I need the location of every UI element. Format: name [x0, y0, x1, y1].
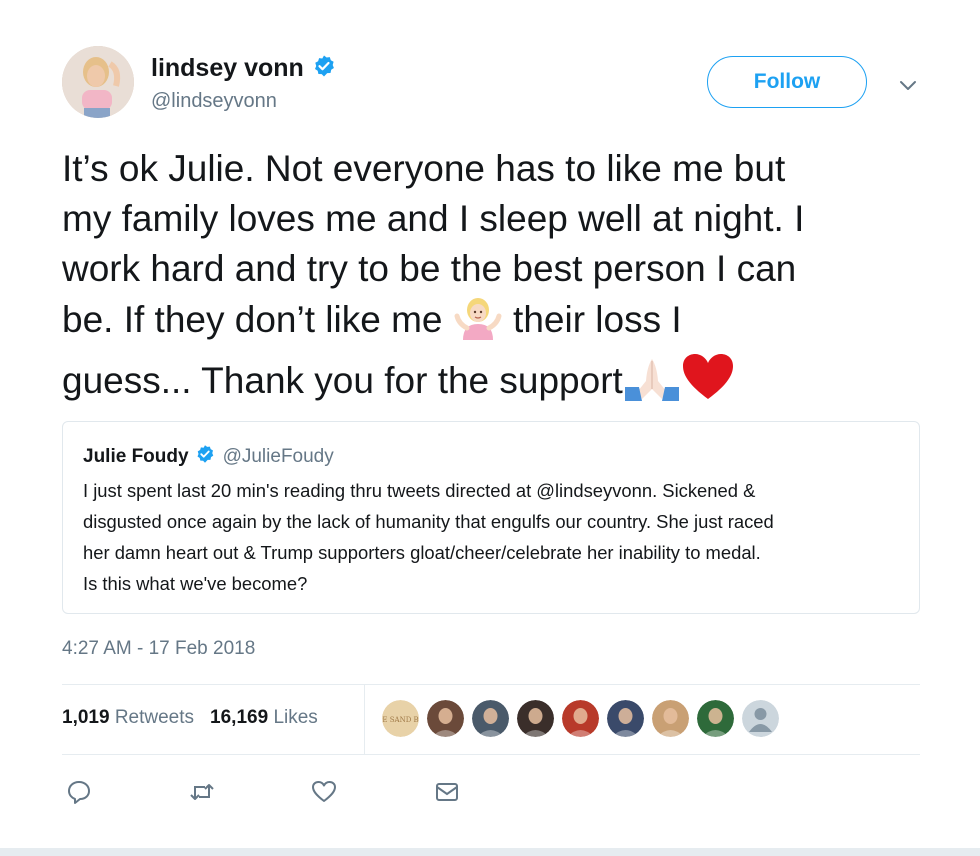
liker-avatar-8[interactable] [697, 700, 734, 737]
retweet-icon[interactable] [189, 779, 215, 805]
folded-hands-emoji [623, 355, 681, 414]
direct-message-icon[interactable] [434, 779, 460, 805]
tweet-line: be. If they don’t like me their loss I [62, 294, 942, 353]
quoted-tweet-line: disgusted once again by the lack of huma… [83, 511, 774, 532]
divider [62, 684, 920, 685]
follow-button[interactable]: Follow [707, 56, 867, 108]
liker-avatars: THE SAND BOX [382, 700, 779, 737]
liker-avatar-7[interactable] [652, 700, 689, 737]
tweet-line: It’s ok Julie. Not everyone has to like … [62, 148, 786, 189]
tweet-page: lindsey vonn @lindseyvonn Follow It’s ok… [0, 0, 980, 856]
likes-label: Likes [273, 707, 318, 728]
tweet-line: my family loves me and I sleep well at n… [62, 198, 805, 239]
verified-badge-icon [312, 54, 336, 83]
retweets-stat[interactable]: 1,019 Retweets [62, 707, 194, 729]
liker-avatar-default[interactable] [742, 700, 779, 737]
liker-avatar-the-sand-box[interactable]: THE SAND BOX [382, 700, 419, 737]
liker-avatar-3[interactable] [472, 700, 509, 737]
tweet-line: guess... Thank you for the support [62, 353, 942, 414]
liker-avatar-4[interactable] [517, 700, 554, 737]
stats-separator [364, 684, 365, 754]
likes-count: 16,169 [210, 707, 269, 728]
quoted-author-name: Julie Foudy [83, 445, 189, 467]
liker-avatar-5[interactable] [562, 700, 599, 737]
likes-stat[interactable]: 16,169 Likes [210, 707, 318, 729]
tweet-stats: 1,019 Retweets 16,169 Likes [62, 707, 318, 729]
quoted-tweet-line: her damn heart out & Trump supporters gl… [83, 542, 761, 563]
quoted-tweet-line: Is this what we've become? [83, 573, 308, 594]
verified-badge-icon [195, 444, 215, 469]
liker-avatar-text: THE SAND BOX [382, 716, 419, 724]
liker-avatar-2[interactable] [427, 700, 464, 737]
tweet-timestamp[interactable]: 4:27 AM - 17 Feb 2018 [62, 638, 255, 660]
tweet-line-part: be. If they don’t like me [62, 299, 453, 340]
quoted-author-handle: @JulieFoudy [222, 445, 334, 467]
author-display-name[interactable]: lindsey vonn [151, 54, 304, 83]
like-icon[interactable] [311, 779, 337, 805]
tweet-text: It’s ok Julie. Not everyone has to like … [62, 144, 942, 414]
tweet-line: work hard and try to be the best person … [62, 248, 797, 289]
quoted-tweet-text: I just spent last 20 min's reading thru … [83, 475, 913, 599]
tweet-line-part: guess... Thank you for the support [62, 360, 623, 401]
tweet-line-part: their loss I [502, 299, 682, 340]
quoted-tweet[interactable]: Julie Foudy @JulieFoudy I just spent las… [62, 421, 920, 614]
person-shrugging-emoji [453, 294, 503, 353]
chevron-down-icon[interactable] [897, 74, 919, 96]
quoted-tweet-header: Julie Foudy @JulieFoudy [83, 444, 334, 469]
retweets-count: 1,019 [62, 707, 110, 728]
liker-avatar-6[interactable] [607, 700, 644, 737]
author-avatar[interactable] [62, 46, 134, 118]
divider [62, 754, 920, 755]
quoted-tweet-line: I just spent last 20 min's reading thru … [83, 480, 756, 501]
reply-icon[interactable] [66, 779, 92, 805]
retweets-label: Retweets [114, 707, 195, 728]
author-handle[interactable]: @lindseyvonn [151, 90, 277, 113]
author-name-row: lindsey vonn [151, 54, 336, 83]
bottom-edge [0, 848, 980, 856]
red-heart-emoji [681, 353, 735, 414]
